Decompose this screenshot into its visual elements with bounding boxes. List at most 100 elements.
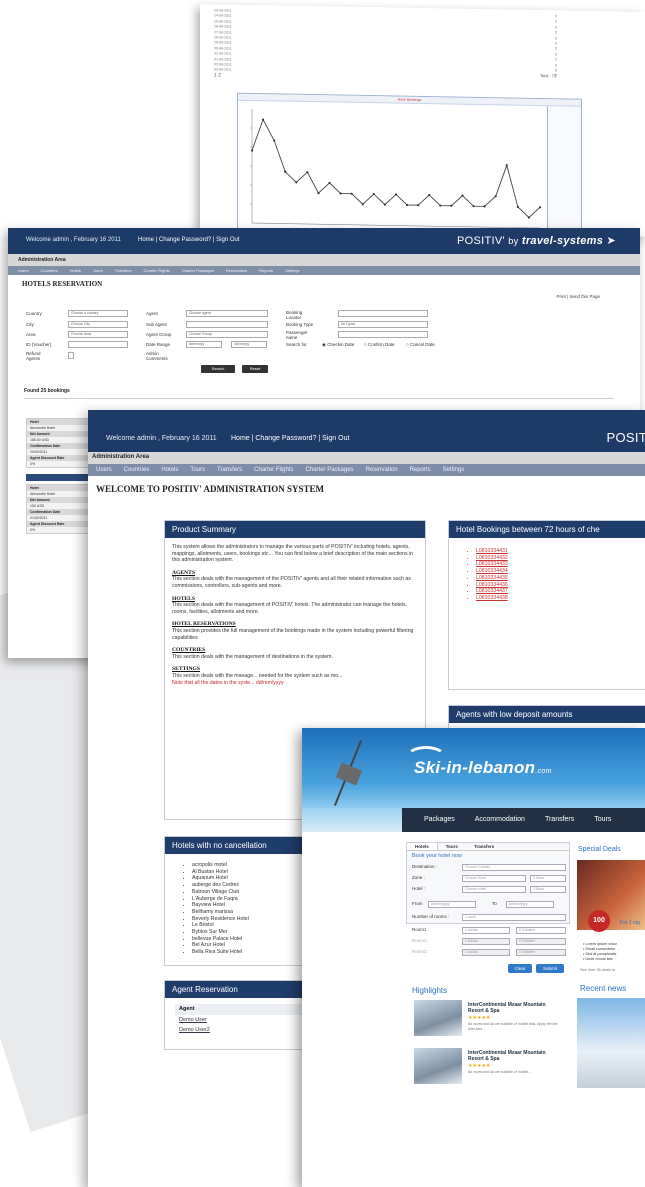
sub-agent-select[interactable]	[186, 321, 268, 328]
site-nav-item[interactable]: Tours	[594, 816, 611, 823]
nav-item[interactable]: Countries	[124, 467, 150, 473]
star-select[interactable]: 3 Stars	[530, 875, 566, 882]
report-pager[interactable]: 1 2	[214, 72, 221, 78]
comments-label: Admin Comments	[146, 351, 168, 361]
nav-item[interactable]: Charter Packages	[182, 268, 214, 273]
nav-item[interactable]: Reservation	[366, 467, 398, 473]
from-date-input[interactable]: dd/mm/yyyy	[428, 901, 476, 908]
nav-item[interactable]: Charter Flights	[254, 467, 293, 473]
star-select-2[interactable]: 3 Stars	[530, 886, 566, 893]
data-point	[405, 203, 409, 207]
hotel-select[interactable]: Choose Hotel	[462, 886, 526, 893]
refund-checkbox[interactable]	[68, 352, 74, 359]
nav-item[interactable]: Charter Packages	[306, 467, 354, 473]
section-title[interactable]: HOTELS	[172, 596, 418, 603]
date-range-label: Date Range	[146, 342, 171, 347]
room3-label: Room3 :	[412, 949, 430, 954]
cancel-radio[interactable]: ○ Cancel Date	[406, 341, 435, 349]
deal-item[interactable]: • Unde omnis iste	[580, 957, 617, 962]
city-select[interactable]: Choose City	[68, 321, 128, 328]
booking-link[interactable]: L0810334435	[476, 575, 640, 582]
room1-adults[interactable]: 1 Adults	[462, 927, 510, 934]
rooms-select[interactable]: 1 room	[462, 914, 566, 921]
section-title[interactable]: COUNTRIES	[172, 647, 418, 654]
booking-link[interactable]: L0810334433	[476, 561, 640, 568]
nav-item[interactable]: Settings	[443, 467, 465, 473]
voucher-input[interactable]	[68, 341, 128, 348]
site-nav-item[interactable]: Packages	[424, 816, 455, 823]
data-point	[516, 205, 519, 209]
section-title[interactable]: HOTEL RESERVATIONS	[172, 621, 418, 628]
nav-item[interactable]: Transfers	[115, 268, 132, 273]
to-date-input[interactable]: dd/mm/yyyy	[506, 901, 554, 908]
zone-select[interactable]: Choose Zone	[462, 875, 526, 882]
data-point	[339, 192, 342, 195]
tab-hotels[interactable]: Hotels	[407, 843, 438, 850]
nav-item[interactable]: Users	[18, 268, 28, 273]
site-logo[interactable]: Ski-in-lebanon.com	[414, 758, 552, 778]
date-from-input[interactable]: dd/mm/yy	[186, 341, 222, 348]
nav-item[interactable]: Tours	[93, 268, 103, 273]
agent-group-select[interactable]: Choose Group	[186, 331, 268, 338]
see-all-deals[interactable]: See here 35 deals to	[580, 968, 615, 972]
confirm-radio[interactable]: ○ Confirm Date	[364, 341, 394, 349]
card-separator	[26, 474, 90, 481]
search-button[interactable]: Search	[201, 365, 235, 373]
booking-link[interactable]: L0810334437	[476, 588, 640, 595]
news-image[interactable]	[577, 998, 645, 1088]
nav-item[interactable]: Reports	[410, 467, 431, 473]
tab-transfers[interactable]: Transfers	[466, 843, 502, 850]
logo-main: POSITIV'	[456, 235, 505, 247]
section-title[interactable]: SETTINGS	[172, 666, 418, 673]
date-to-input[interactable]: dd/mm/yy	[231, 341, 267, 348]
top-links[interactable]: Home | Change Password? | Sign Out	[138, 237, 240, 243]
booking-card[interactable]: Hotel Alexandre Hotel Net Amount 185.00 …	[26, 418, 90, 468]
booking-link[interactable]: L0810334431	[476, 548, 640, 555]
highlight-title: InterContinental Mzaar Mountain Resort &…	[468, 1050, 546, 1062]
data-point	[273, 139, 276, 142]
nav-item[interactable]: Tours	[190, 467, 205, 473]
site-nav-item[interactable]: Accommodation	[475, 816, 525, 823]
booking-link[interactable]: L0810334432	[476, 555, 640, 562]
booking-card[interactable]: Hotel Alexandre Hotel Net Amount 150 USD…	[26, 484, 90, 534]
room1-children[interactable]: 0 Children	[516, 927, 566, 934]
area-select[interactable]: Choose Area	[68, 331, 128, 338]
highlight-image	[414, 1048, 462, 1084]
booking-link[interactable]: L0810334434	[476, 568, 640, 575]
reset-button[interactable]: Reset	[242, 365, 268, 373]
passenger-input[interactable]	[338, 331, 428, 338]
booking-link[interactable]: L0810334436	[476, 582, 640, 589]
country-select[interactable]: Choose a country	[68, 310, 128, 317]
clear-button[interactable]: Clear	[508, 964, 532, 973]
site-nav-item[interactable]: Transfers	[545, 816, 574, 823]
data-point	[284, 170, 287, 173]
agent-select[interactable]: Choose agent	[186, 310, 268, 317]
room2-children[interactable]: 0 Children	[516, 938, 566, 945]
tab-tours[interactable]: Tours	[438, 843, 466, 850]
nav-item[interactable]: Countries	[40, 268, 57, 273]
print-links[interactable]: Print | Send this Page	[557, 294, 600, 299]
highlight-item[interactable]: InterContinental Mzaar Mountain Resort &…	[414, 1048, 564, 1092]
room3-children[interactable]: 0 Children	[516, 949, 566, 956]
booking-type-select[interactable]: All Types	[338, 321, 428, 328]
nav-item[interactable]: Transfers	[217, 467, 242, 473]
submit-button[interactable]: Submit	[536, 964, 564, 973]
checkin-radio[interactable]: ◉ Checkin Date	[322, 341, 354, 349]
room3-adults[interactable]: 1 Adults	[462, 949, 510, 956]
nav-item[interactable]: Charter Flights	[143, 268, 169, 273]
top-links[interactable]: Home | Change Password? | Sign Out	[231, 435, 349, 442]
booking-locator-input[interactable]	[338, 310, 428, 317]
booking-link[interactable]: L0810334438	[476, 595, 640, 602]
nav-item[interactable]: Settings	[285, 268, 299, 273]
nav-item[interactable]: Users	[96, 467, 112, 473]
room2-adults[interactable]: 1 Adults	[462, 938, 510, 945]
highlight-item[interactable]: InterContinental Mzaar Mountain Resort &…	[414, 1000, 564, 1044]
nav-item[interactable]: Hotels	[70, 268, 81, 273]
voucher-label: ID (Voucher)	[26, 342, 52, 347]
nav-item[interactable]: Reports	[259, 268, 273, 273]
destination-select[interactable]: Choose Country	[462, 864, 566, 871]
nav-item[interactable]: Hotels	[161, 467, 178, 473]
section-title[interactable]: AGENTS	[172, 570, 418, 577]
deal-list: • Lorem ipsum dolor • Small consectetur • …	[580, 942, 617, 962]
nav-item[interactable]: Reservation	[226, 268, 247, 273]
